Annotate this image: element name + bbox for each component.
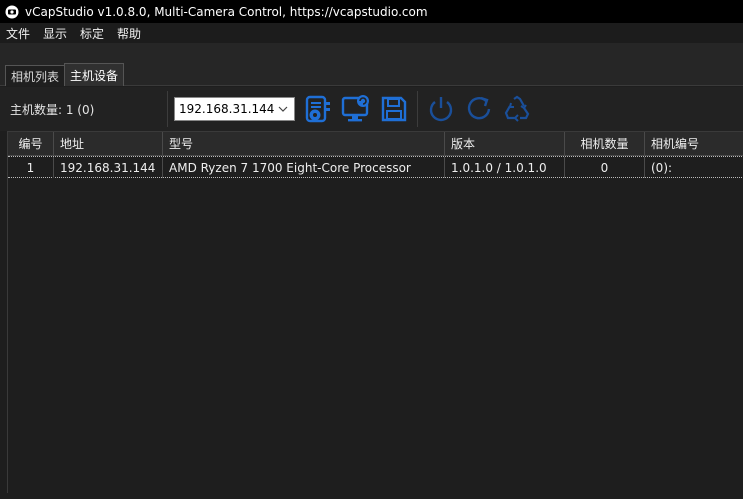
tab-strip: 相机列表 主机设备 [0,43,743,86]
host-select[interactable]: 192.168.31.144 [174,97,295,121]
column-header-camera-count[interactable]: 相机数量 [565,132,645,156]
recycle-button[interactable] [502,94,532,124]
power-button[interactable] [426,94,456,124]
host-select-value: 192.168.31.144 [179,102,275,116]
cell-address: 192.168.31.144 [54,157,163,178]
power-icon [429,97,453,122]
app-logo-icon [5,5,19,18]
table-header: 编号 地址 型号 版本 相机数量 相机编号 [8,132,743,156]
host-connect-button[interactable] [303,94,333,124]
monitor-sync-icon [341,95,369,122]
recycle-icon [504,95,530,122]
column-header-camera-ids[interactable]: 相机编号 [645,132,743,156]
column-header-address[interactable]: 地址 [54,132,163,156]
monitor-sync-button[interactable] [341,94,371,124]
save-button[interactable] [379,94,409,124]
tab-camera-list[interactable]: 相机列表 [5,65,66,86]
cell-model: AMD Ryzen 7 1700 Eight-Core Processor [163,157,445,178]
cell-id: 1 [8,157,54,178]
toolbar-divider [417,91,418,127]
cell-camera-ids: (0): [651,160,673,175]
host-table: 编号 地址 型号 版本 相机数量 相机编号 1 192.168.31.144 A… [7,131,743,493]
host-connect-icon [305,95,330,123]
cell-version: 1.0.1.0 / 1.0.1.0 [445,157,565,178]
menu-file[interactable]: 文件 [6,25,30,42]
menu-help[interactable]: 帮助 [117,25,141,42]
title-bar: vCapStudio v1.0.8.0, Multi-Camera Contro… [0,0,743,23]
restart-icon [467,96,491,120]
chevron-down-icon [278,106,288,112]
host-count-label: 主机数量: 1 (0) [10,102,95,117]
column-header-id[interactable]: 编号 [8,132,54,156]
save-icon [381,96,407,122]
toolbar-divider [167,91,168,127]
cell-camera-count: 0 [565,157,645,178]
window-title: vCapStudio v1.0.8.0, Multi-Camera Contro… [25,4,428,19]
column-header-model[interactable]: 型号 [163,132,445,156]
host-toolbar: 主机数量: 1 (0) 192.168.31.144 [0,87,743,131]
column-header-version[interactable]: 版本 [445,132,565,156]
menu-bar: 文件 显示 标定 帮助 [0,23,743,43]
menu-view[interactable]: 显示 [43,25,67,42]
restart-button[interactable] [464,94,494,124]
table-row[interactable]: 1 192.168.31.144 AMD Ryzen 7 1700 Eight-… [8,156,743,178]
menu-calibrate[interactable]: 标定 [80,25,104,42]
tab-host-devices[interactable]: 主机设备 [64,63,125,86]
